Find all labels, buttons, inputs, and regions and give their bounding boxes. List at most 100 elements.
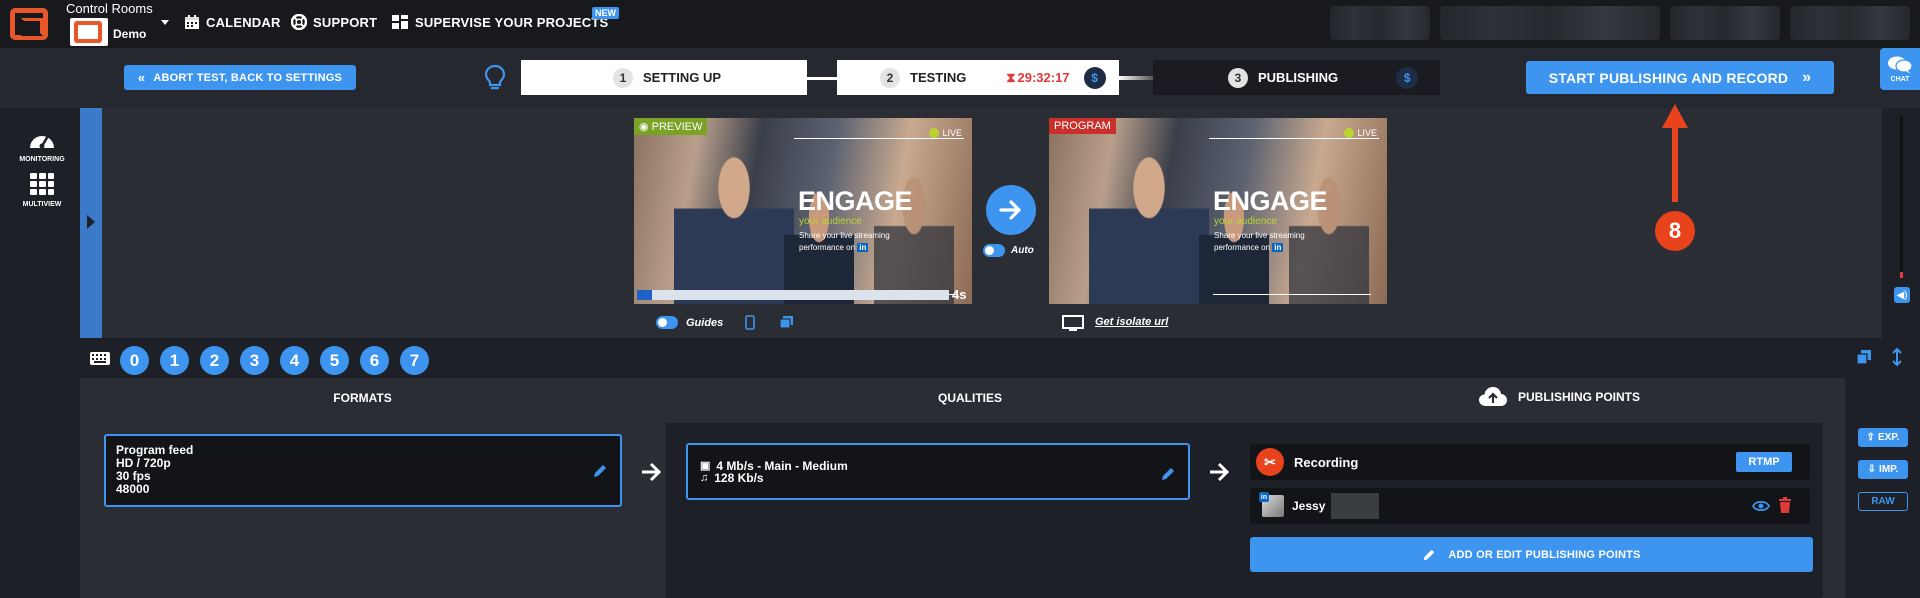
step-setting-up[interactable]: 1 SETTING UP (521, 60, 807, 95)
dollar-icon: $ (1396, 66, 1419, 89)
guides-label: Guides (686, 316, 724, 329)
add-publishing-points-button[interactable]: ADD OR EDIT PUBLISHING POINTS (1250, 537, 1813, 572)
copy-icon[interactable] (779, 315, 794, 329)
nav-support[interactable]: SUPPORT (291, 14, 377, 30)
engage-headline: ENGAGE (798, 186, 913, 216)
preview-tag: ◉ PREVIEW (634, 118, 708, 135)
auto-label: Auto (1011, 245, 1034, 256)
speaker-icon[interactable]: ◀) (1894, 287, 1910, 303)
dashboard-icon (392, 15, 408, 29)
play-icon (929, 128, 940, 138)
mobile-icon[interactable] (745, 315, 755, 330)
copy-icon[interactable] (1856, 349, 1872, 365)
pencil-icon[interactable] (1160, 466, 1176, 482)
format-fps: 30 fps (116, 469, 151, 483)
live-indicator: LIVE (1344, 128, 1377, 138)
start-publishing-label: START PUBLISHING AND RECORD (1548, 69, 1789, 86)
video-frame (674, 138, 794, 304)
engage-headline: ENGAGE (1213, 186, 1328, 216)
nav-calendar[interactable]: CALENDAR (184, 14, 281, 30)
progress-bar (637, 290, 949, 300)
music-icon: ♫ (700, 471, 709, 484)
blurred-region (1440, 6, 1660, 40)
top-bar: Control Rooms Demo CALENDAR SUPPORT SUPE… (0, 0, 1920, 48)
multiview-button[interactable]: MULTIVIEW (14, 172, 70, 208)
recording-row[interactable]: ✂ Recording RTMP (1250, 444, 1810, 480)
scene-button-1[interactable]: 1 (160, 346, 189, 375)
linkedin-icon: in (1272, 243, 1284, 252)
rtmp-badge[interactable]: RTMP (1736, 452, 1792, 472)
export-button[interactable]: ⇪ EXP. (1858, 428, 1908, 447)
arrow-right-icon (642, 462, 662, 482)
quality-card[interactable]: ▣ 4 Mb/s - Main - Medium ♫ 128 Kb/s (686, 443, 1190, 500)
start-publishing-button[interactable]: START PUBLISHING AND RECORD » (1526, 61, 1834, 94)
nav-supervise[interactable]: SUPERVISE YOUR PROJECTS (391, 14, 608, 30)
workspace-name[interactable]: Demo (113, 27, 146, 41)
countdown: 4s (952, 287, 967, 302)
timer-value: 29:32:17 (1017, 70, 1070, 85)
download-icon: ⇩ (1867, 464, 1877, 475)
nav-supervise-label: SUPERVISE YOUR PROJECTS (415, 14, 609, 30)
export-label: EXP. (1877, 432, 1900, 443)
blurred-region (1790, 6, 1910, 40)
step-testing[interactable]: 2 TESTING ⧗ 29:32:17 $ (837, 60, 1119, 95)
step-label: TESTING (910, 70, 967, 85)
workspace-thumbnail[interactable] (70, 18, 108, 46)
program-tag: PROGRAM (1049, 118, 1116, 134)
scene-button-2[interactable]: 2 (200, 346, 229, 375)
side-panel-toggle[interactable] (80, 108, 102, 338)
abort-test-button[interactable]: « ABORT TEST, BACK TO SETTINGS (124, 65, 356, 90)
scene-button-6[interactable]: 6 (360, 346, 389, 375)
scene-button-0[interactable]: 0 (120, 346, 149, 375)
auto-toggle[interactable]: Auto (983, 244, 1034, 257)
avatar: in (1259, 492, 1284, 517)
scene-button-7[interactable]: 7 (400, 346, 429, 375)
resize-vertical-icon[interactable] (1891, 348, 1903, 366)
chevron-down-icon[interactable] (161, 20, 169, 25)
format-name: Program feed (116, 443, 194, 457)
step-number: 2 (880, 67, 900, 88)
scene-button-4[interactable]: 4 (280, 346, 309, 375)
triangle-right-icon (87, 215, 95, 229)
trash-icon[interactable] (1778, 497, 1792, 514)
app-logo-icon[interactable] (10, 8, 48, 40)
format-card[interactable]: Program feed HD / 720p 30 fps 48000 (104, 434, 622, 507)
scene-button-3[interactable]: 3 (240, 346, 269, 375)
qualities-header: QUALITIES (937, 391, 1002, 405)
raw-button[interactable]: RAW (1858, 492, 1908, 511)
import-button[interactable]: ⇩ IMP. (1858, 460, 1908, 479)
keyboard-icon[interactable] (89, 351, 111, 366)
audio-meter (1900, 116, 1903, 278)
pencil-icon (1424, 549, 1435, 560)
scene-button-5[interactable]: 5 (320, 346, 349, 375)
speedometer-icon (30, 135, 54, 149)
scissors-icon: ✂ (1256, 448, 1284, 476)
chat-button[interactable]: CHAT (1880, 48, 1920, 90)
hourglass-icon: ⧗ (1006, 69, 1016, 85)
import-label: IMP. (1879, 464, 1899, 475)
step-publishing[interactable]: 3 PUBLISHING $ (1153, 60, 1440, 95)
preview-monitor[interactable]: ENGAGE your audience Share your live str… (634, 118, 972, 304)
cloud-upload-icon (1479, 387, 1507, 406)
app-name: Control Rooms (66, 1, 153, 16)
lifebuoy-icon (291, 14, 307, 30)
annotation-number: 8 (1655, 211, 1695, 251)
pencil-icon[interactable] (592, 463, 608, 479)
isolate-url-link[interactable]: Get isolate url (1095, 316, 1168, 328)
publishing-point-row[interactable]: in Jessy (1250, 488, 1810, 524)
toggle-switch[interactable] (656, 316, 678, 329)
blurred-region (1331, 493, 1380, 519)
eye-icon[interactable] (1752, 499, 1770, 513)
engage-body: Share your live streaming performance on… (1214, 231, 1305, 252)
monitoring-button[interactable]: MONITORING (14, 126, 70, 163)
guides-toggle[interactable]: Guides (656, 316, 723, 329)
engage-subtitle: your audience (1214, 216, 1277, 227)
arrow-right-icon (1210, 462, 1230, 482)
lightbulb-icon[interactable] (484, 64, 506, 92)
step-connector (1119, 76, 1153, 80)
transition-button[interactable] (986, 185, 1036, 235)
toggle-switch[interactable] (983, 244, 1005, 257)
right-side-column (1845, 378, 1920, 598)
eye-icon: ◉ (639, 121, 652, 133)
nav-support-label: SUPPORT (313, 14, 378, 30)
